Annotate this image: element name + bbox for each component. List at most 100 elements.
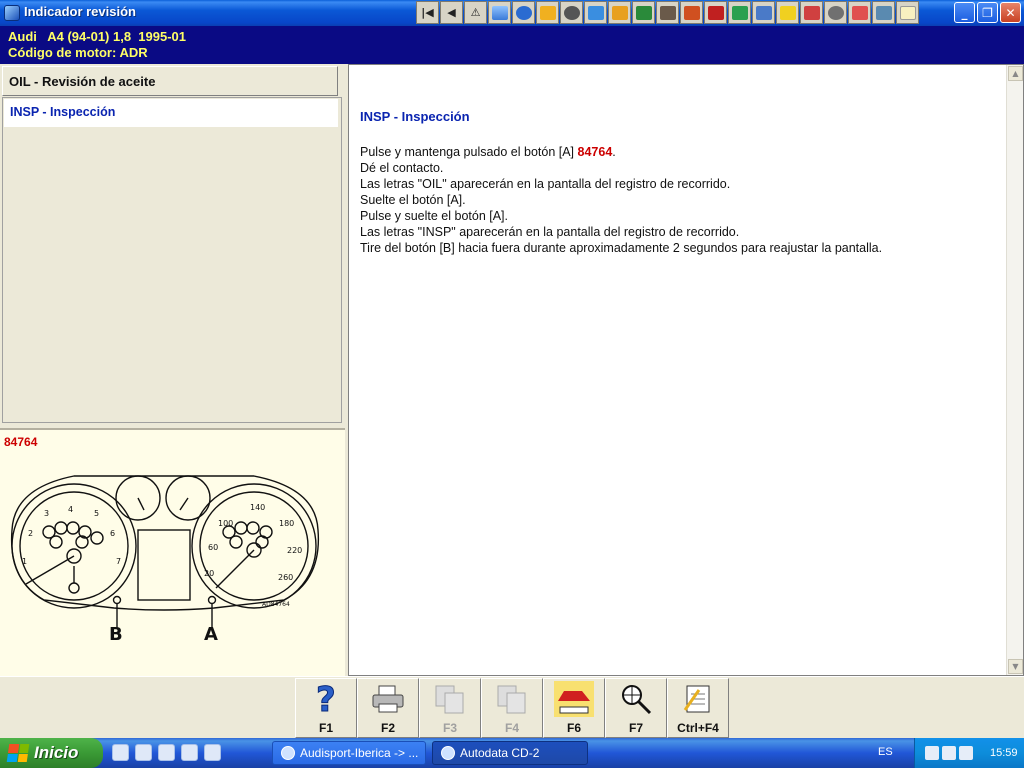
close-button[interactable]: ✕ [1000,2,1021,23]
svg-text:2: 2 [28,529,33,538]
svg-text:140: 140 [250,503,265,512]
taskbar-item-browser[interactable]: Audisport-Iberica -> ... [272,741,426,765]
paste-icon [494,681,530,717]
antivirus-icon[interactable] [942,746,956,760]
procedure-step: Pulse y suelte el botón [A]. [360,209,509,223]
engine-code: Código de motor: ADR [8,45,148,60]
oil-service-button[interactable]: OIL - Revisión de aceite [2,66,338,96]
messenger-icon[interactable] [181,744,198,761]
illustration-code: 84764 [4,435,38,449]
clock[interactable]: 15:59 [990,747,1018,759]
car-icon[interactable] [728,1,751,24]
svg-text:1: 1 [22,557,27,566]
procedure-step: Tire del botón [B] hacia fuera durante a… [360,241,883,255]
button-a-label: A [204,624,218,640]
print-button[interactable]: F2 [357,678,419,738]
help-icon: ? [308,681,344,717]
service-icon[interactable] [800,1,823,24]
procedure-step: Suelte el botón [A]. [360,193,466,207]
svg-text:5: 5 [94,509,99,518]
procedure-text: INSP - Inspección Pulse y mantenga pulsa… [360,109,1000,256]
volume-icon[interactable] [959,746,973,760]
scroll-down-icon[interactable]: ▼ [1008,659,1023,674]
vehicle-model: Audi A4 (94-01) 1,8 1995-01 [8,29,186,44]
autodata-icon [441,746,455,760]
svg-text:100: 100 [218,519,233,528]
language-indicator[interactable]: ES [878,746,893,758]
svg-text:60: 60 [208,543,218,552]
clock-icon[interactable] [824,1,847,24]
service-button[interactable]: F6 [543,678,605,738]
internet-explorer-icon[interactable] [158,744,175,761]
media-player-icon[interactable] [204,744,221,761]
svg-text:6: 6 [110,529,115,538]
magnifier-icon [618,681,654,717]
svg-text:AD84764: AD84764 [262,601,290,608]
svg-text:3: 3 [44,509,49,518]
window-title: Indicador revisión [24,4,136,19]
toolbar: |◀ ◀ ⚠ [416,1,919,25]
tool-icon[interactable] [584,1,607,24]
svg-text:?: ? [316,681,336,717]
engine-icon[interactable] [656,1,679,24]
belt-icon[interactable] [752,1,775,24]
notes-icon [680,681,716,717]
content-panel: INSP - Inspección Pulse y mantenga pulsa… [348,64,1024,676]
battery-icon[interactable] [704,1,727,24]
vertical-scrollbar[interactable]: ▲ ▼ [1006,65,1023,675]
window-controls: _ ❐ ✕ [954,2,1021,23]
warning-icon[interactable]: ⚠ [464,1,487,24]
gear-icon[interactable] [512,1,535,24]
quick-launch [112,744,221,761]
windows-logo-icon [6,744,30,762]
scroll-up-icon[interactable]: ▲ [1008,66,1023,81]
spark-plug-icon[interactable] [680,1,703,24]
search-button[interactable]: F7 [605,678,667,738]
wheel-icon[interactable] [560,1,583,24]
svg-text:7: 7 [116,557,121,566]
svg-text:20: 20 [204,569,214,578]
browser-icon[interactable] [135,744,152,761]
copy-icon [432,681,468,717]
brake-icon[interactable] [872,1,895,24]
instrument-cluster-diagram: 1 2 3 4 5 6 7 20 60 100 140 180 220 260 AD84764 B… [10,475,320,640]
notes-button[interactable]: Ctrl+F4 [667,678,729,738]
lift-icon[interactable] [632,1,655,24]
illustration-panel: 84764 1 2 3 4 5 6 7 20 60 100 140 180 22… [0,428,345,676]
procedure-heading: INSP - Inspección [360,109,470,124]
procedure-step: Pulse y mantenga pulsado el botón [A] 84… [360,145,616,159]
previous-icon[interactable]: ◀ [440,1,463,24]
first-page-icon[interactable]: |◀ [416,1,439,24]
left-panel: OIL - Revisión de aceite INSP - Inspecci… [0,64,345,676]
taskbar: Inicio Audisport-Iberica -> ... Autodata… [0,738,1024,768]
svg-text:180: 180 [279,519,294,528]
button-b-label: B [109,624,123,640]
system-tray: 15:59 [914,738,1024,768]
car-service-icon [554,681,594,717]
tire-icon[interactable] [848,1,871,24]
function-key-bar: ? F1 F2 F3 F4 F6 F7 Ctrl+F4 [0,676,1024,738]
paste-button[interactable]: F4 [481,678,543,738]
title-bar: Indicador revisión |◀ ◀ ⚠ _ ❐ ✕ [0,0,1024,26]
illustration-link[interactable]: 84764 [578,145,613,159]
procedure-step: Las letras "INSP" aparecerán en la panta… [360,225,740,239]
chart-icon[interactable] [488,1,511,24]
procedure-step: Dé el contacto. [360,161,444,175]
info-icon[interactable] [896,1,919,24]
app-icon[interactable] [4,5,20,21]
procedure-step: Las letras "OIL" aparecerán en la pantal… [360,177,731,191]
help-button[interactable]: ? F1 [295,678,357,738]
wrench-icon[interactable] [536,1,559,24]
inspection-list-item[interactable]: INSP - Inspección [4,99,338,127]
network-icon[interactable] [925,746,939,760]
restore-button[interactable]: ❐ [977,2,998,23]
oil-can-icon[interactable] [608,1,631,24]
minimize-button[interactable]: _ [954,2,975,23]
item-list: INSP - Inspección [2,97,342,423]
taskbar-item-autodata[interactable]: Autodata CD-2 [432,741,588,765]
desktop-icon[interactable] [112,744,129,761]
copy-button[interactable]: F3 [419,678,481,738]
vehicle-header: Audi A4 (94-01) 1,8 1995-01 Código de mo… [0,26,1024,64]
bulb-icon[interactable] [776,1,799,24]
start-button[interactable]: Inicio [0,738,103,768]
